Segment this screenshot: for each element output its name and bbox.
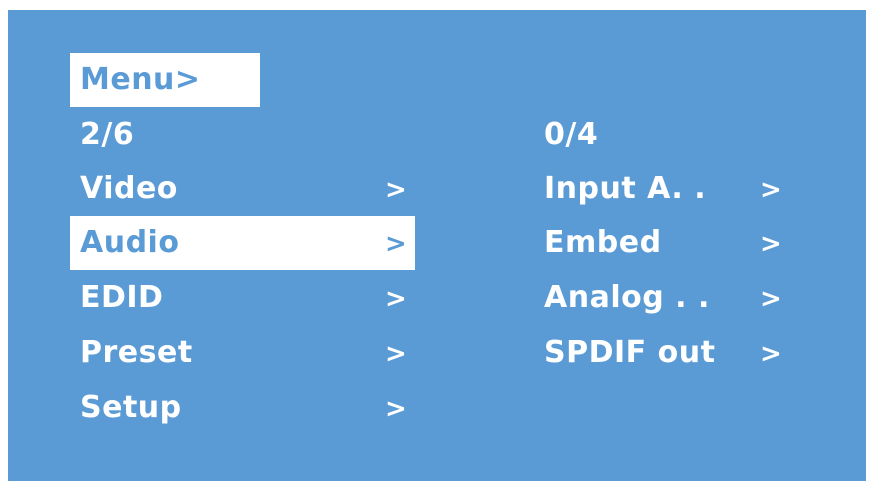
chevron-right-icon: >: [760, 339, 782, 369]
right-page-indicator: 0/4: [544, 117, 599, 152]
menu-item-label: Audio: [80, 225, 180, 260]
chevron-right-icon: >: [385, 175, 407, 205]
menu-item-label: Preset: [80, 335, 193, 370]
left-page-indicator: 2/6: [80, 117, 135, 152]
chevron-right-icon: >: [385, 229, 407, 259]
menu-item-label: EDID: [80, 280, 164, 315]
chevron-right-icon: >: [760, 229, 782, 259]
chevron-right-icon: >: [385, 284, 407, 314]
menu-title[interactable]: Menu>: [80, 53, 201, 107]
submenu-item-label: Embed: [544, 225, 662, 260]
submenu-item-label: Input A. .: [544, 171, 707, 206]
chevron-right-icon: >: [385, 339, 407, 369]
chevron-right-icon: >: [760, 284, 782, 314]
chevron-right-icon: >: [385, 394, 407, 424]
osd-menu-screen: Menu> 2/6 Video > Audio > EDID > Preset …: [8, 10, 866, 481]
chevron-right-icon: >: [760, 175, 782, 205]
submenu-item-label: Analog . .: [544, 280, 710, 315]
menu-item-label: Setup: [80, 390, 182, 425]
submenu-item-label: SPDIF out: [544, 335, 716, 370]
menu-item-label: Video: [80, 171, 178, 206]
